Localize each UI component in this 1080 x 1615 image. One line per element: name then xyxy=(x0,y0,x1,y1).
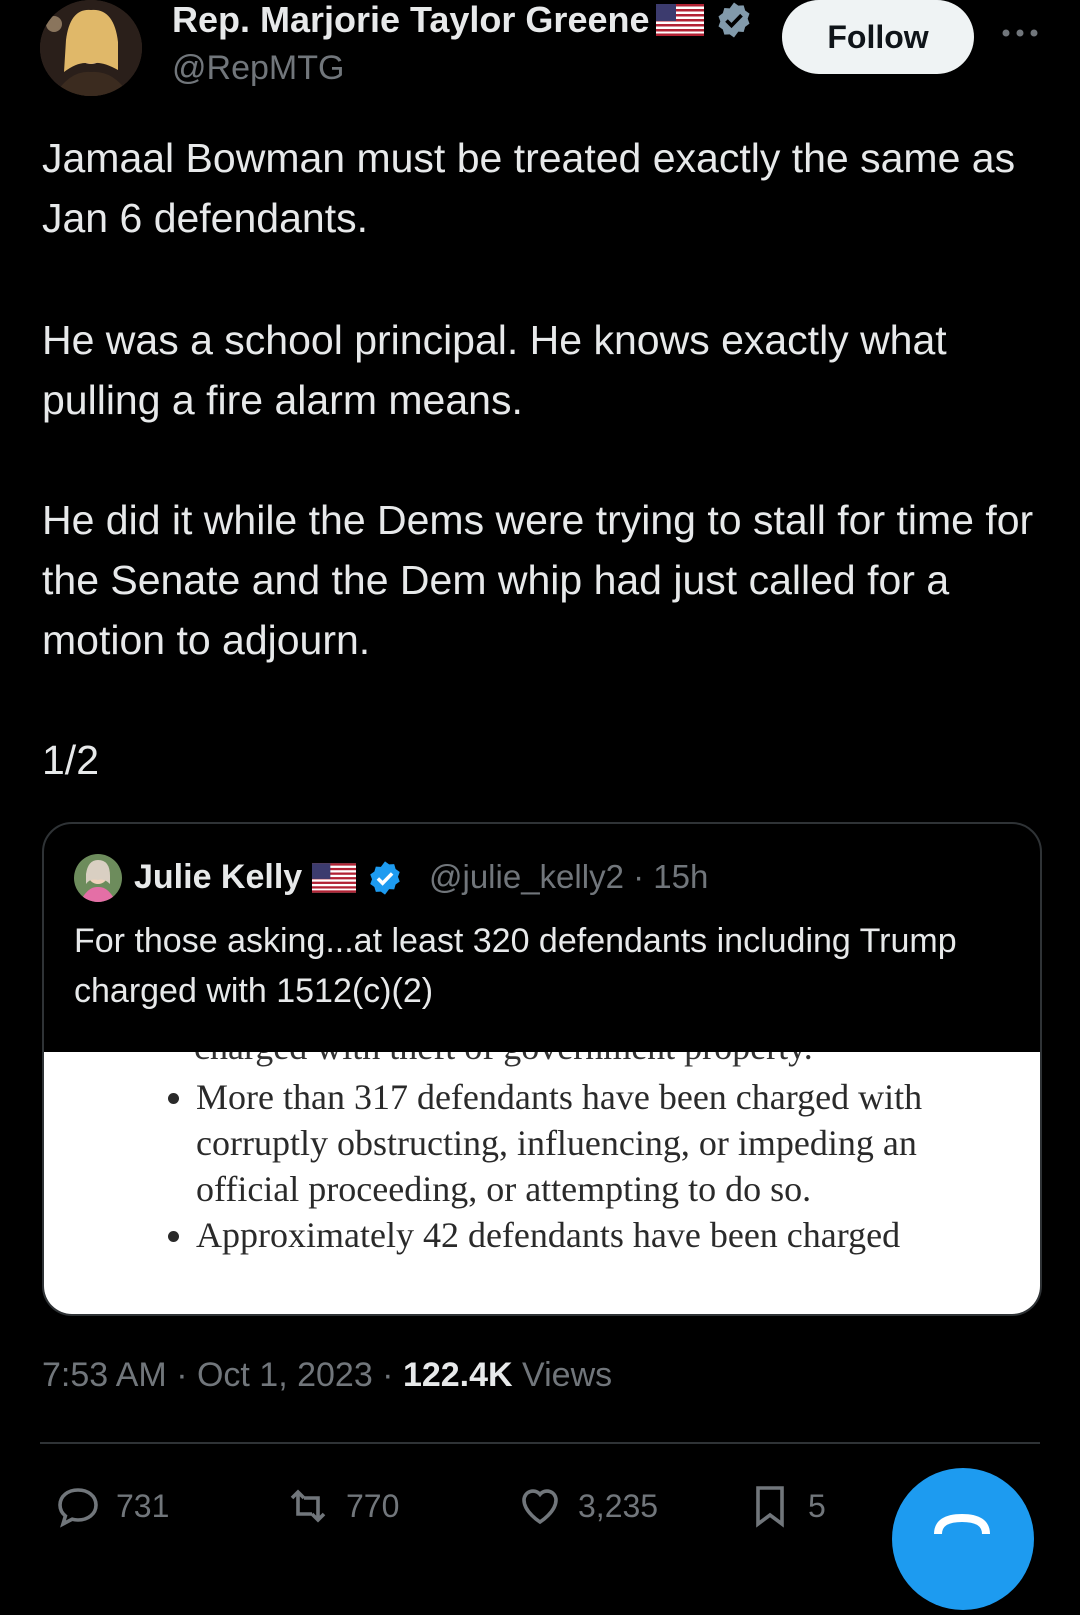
quoted-tweet-text: For those asking...at least 320 defendan… xyxy=(74,922,957,1010)
thread-counter: 1/2 xyxy=(42,737,99,783)
views-count: 122.4K xyxy=(402,1356,513,1394)
reply-button[interactable]: 731 xyxy=(54,1478,169,1534)
author-name[interactable]: Rep. Marjorie Taylor Greene xyxy=(172,0,754,40)
heart-icon xyxy=(522,1489,558,1525)
compose-button[interactable] xyxy=(892,1468,1034,1610)
tweet-paragraph-2: He was a school principal. He knows exac… xyxy=(42,317,947,423)
quoted-author-name-text: Julie Kelly xyxy=(134,858,303,896)
quoted-document-image[interactable]: charged with theft of government propert… xyxy=(44,1052,1040,1314)
more-options-icon[interactable] xyxy=(1000,18,1040,48)
like-count: 3,235 xyxy=(578,1487,659,1524)
reply-count: 731 xyxy=(116,1487,170,1524)
tweet-paragraph-3: He did it while the Dems were trying to … xyxy=(42,497,1034,663)
bookmark-count: 5 xyxy=(808,1487,826,1524)
author-name-text: Rep. Marjorie Taylor Greene xyxy=(172,0,650,40)
repost-button[interactable]: 770 xyxy=(284,1478,399,1534)
author-avatar[interactable] xyxy=(40,0,142,96)
repost-count: 770 xyxy=(346,1487,400,1524)
author-handle[interactable]: @RepMTG xyxy=(172,48,344,88)
compose-icon xyxy=(934,1513,990,1535)
verified-badge-icon xyxy=(370,860,400,895)
quoted-author-name[interactable]: Julie Kelly xyxy=(134,858,404,897)
follow-button[interactable]: Follow xyxy=(782,0,974,74)
document-bullet-1: More than 317 defendants have been charg… xyxy=(196,1074,1016,1212)
divider xyxy=(40,1442,1040,1444)
us-flag-icon xyxy=(655,4,704,36)
views-label: Views xyxy=(512,1356,613,1394)
repost-icon xyxy=(290,1489,326,1523)
tweet-paragraph-1: Jamaal Bowman must be treated exactly th… xyxy=(42,135,1016,241)
quoted-author-avatar[interactable] xyxy=(74,854,122,902)
verified-badge-icon xyxy=(718,2,749,38)
document-bullet-list: More than 317 defendants have been charg… xyxy=(154,1074,1016,1258)
bookmark-button[interactable]: 5 xyxy=(746,1478,826,1534)
quoted-tweet-card[interactable]: Julie Kelly @julie_kelly2 · 15h For thos… xyxy=(42,822,1042,1316)
quoted-handle-time: @julie_kelly2 · 15h xyxy=(429,858,709,895)
bookmark-icon xyxy=(756,1486,784,1528)
like-button[interactable]: 3,235 xyxy=(516,1478,658,1534)
us-flag-icon xyxy=(312,862,357,893)
document-cut-line: charged with theft of government propert… xyxy=(194,1052,813,1068)
tweet-meta: 7:53 AM · Oct 1, 2023 · 122.4K Views xyxy=(42,1356,612,1395)
document-bullet-2: Approximately 42 defendants have been ch… xyxy=(196,1212,1016,1258)
reply-icon xyxy=(58,1488,98,1528)
tweet-timestamp[interactable]: 7:53 AM · Oct 1, 2023 · xyxy=(42,1356,403,1394)
